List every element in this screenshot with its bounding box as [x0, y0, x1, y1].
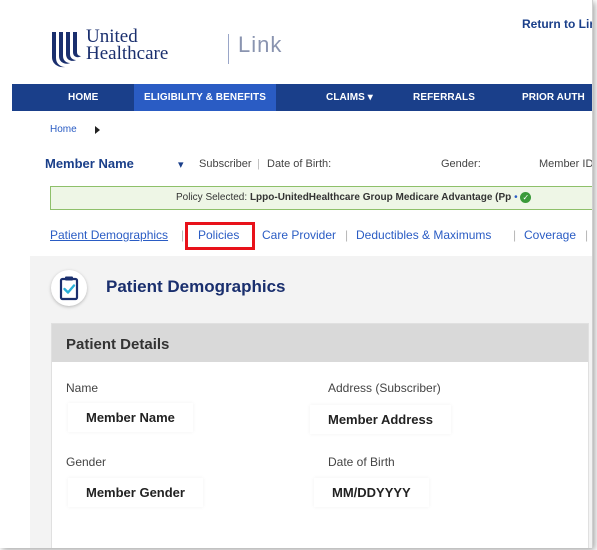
subscriber-label: Subscriber: [199, 158, 252, 170]
nav-home[interactable]: HOME: [68, 84, 98, 111]
clipboard-check-icon: [59, 276, 79, 301]
section-tabs: Patient Demographics | Policies | Care P…: [50, 226, 592, 244]
dob-value: MM/DDYYYY: [314, 478, 429, 507]
tab-care-provider[interactable]: Care Provider: [262, 228, 336, 242]
gender-label: Gender: [66, 455, 107, 469]
card-header: Patient Details: [52, 324, 588, 362]
member-name[interactable]: Member Name: [45, 156, 134, 171]
chevron-down-icon[interactable]: ▾: [178, 158, 184, 171]
tab-patient-demographics[interactable]: Patient Demographics: [50, 228, 168, 242]
name-label: Name: [66, 381, 99, 395]
patient-details-card: Patient Details Name Member Name Address…: [51, 323, 589, 548]
address-label: Address (Subscriber): [328, 381, 441, 395]
nav-referrals[interactable]: REFERRALS: [413, 84, 475, 111]
section-icon-badge: [51, 270, 87, 306]
dob-field-label: Date of Birth: [328, 455, 395, 469]
policy-separator: •: [514, 192, 518, 204]
address-value: Member Address: [310, 405, 451, 434]
return-to-link[interactable]: Return to Lir: [522, 17, 592, 31]
logo-line-2: Healthcare: [86, 43, 169, 64]
logo-divider: [228, 34, 229, 64]
policies-highlight-box: [185, 222, 255, 250]
unitedhealthcare-logo-icon: [52, 32, 81, 68]
logo-wordmark: United Healthcare: [86, 27, 169, 64]
gender-value: Member Gender: [68, 478, 203, 507]
logo[interactable]: United Healthcare Link: [48, 27, 308, 78]
member-id-label: Member ID: [539, 158, 593, 170]
member-field-divider: |: [257, 158, 260, 170]
breadcrumb-home[interactable]: Home: [50, 124, 77, 135]
tab-divider: |: [585, 228, 589, 242]
caret-right-icon: [95, 126, 100, 134]
policy-selected-bar[interactable]: Policy Selected: Lppo-UnitedHealthcare G…: [50, 186, 592, 210]
tab-deductibles-maximums[interactable]: Deductibles & Maximums: [356, 228, 491, 242]
section-title: Patient Demographics: [106, 277, 286, 296]
member-summary: Member Name ▾ Subscriber | Date of Birth…: [45, 150, 592, 174]
nav-claims[interactable]: CLAIMS ▾: [326, 84, 373, 111]
name-value: Member Name: [68, 403, 193, 432]
main-nav: HOME ELIGIBILITY & BENEFITS CLAIMS ▾ REF…: [12, 84, 592, 111]
card-title: Patient Details: [66, 336, 170, 353]
nav-eligibility-benefits[interactable]: ELIGIBILITY & BENEFITS: [134, 84, 277, 111]
tab-divider: |: [181, 228, 185, 242]
policy-selected-text: Policy Selected: Lppo-UnitedHealthcare G…: [176, 192, 532, 204]
app-window: Return to Lir United Healthcare Link HOM…: [0, 0, 593, 548]
logo-product-name: Link: [238, 32, 283, 57]
tab-divider: |: [345, 228, 349, 242]
tab-divider: |: [513, 228, 517, 242]
nav-prior-auth[interactable]: PRIOR AUTH: [522, 84, 585, 111]
policy-prefix: Policy Selected:: [176, 192, 248, 204]
dob-label: Date of Birth:: [267, 158, 332, 170]
check-circle-icon: ✓: [520, 192, 532, 203]
tab-coverage[interactable]: Coverage: [524, 228, 576, 242]
gender-label: Gender:: [441, 158, 481, 170]
policy-name: Lppo-UnitedHealthcare Group Medicare Adv…: [249, 192, 512, 204]
